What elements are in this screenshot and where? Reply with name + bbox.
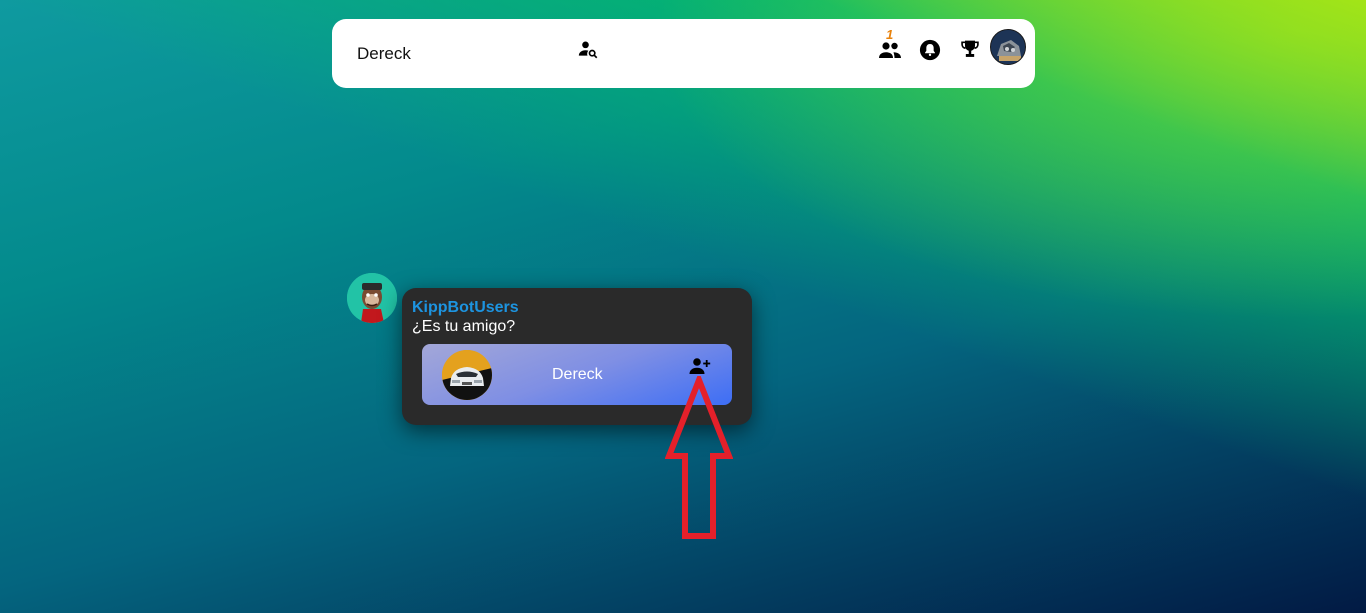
annotation-arrow-icon <box>664 371 734 539</box>
sender-name[interactable]: KippBotUsers <box>412 299 519 317</box>
profile-avatar[interactable] <box>990 29 1026 65</box>
message-text: ¿Es tu amigo? <box>412 318 516 335</box>
friends-icon[interactable]: 1 <box>878 27 902 61</box>
current-user-name: Dereck <box>357 44 411 63</box>
top-navigation-bar: Dereck 1 <box>332 19 1035 88</box>
friend-card-name: Dereck <box>552 366 603 383</box>
user-search-icon[interactable] <box>578 39 598 59</box>
friend-requests-badge: 1 <box>886 27 894 42</box>
sender-avatar <box>347 273 397 323</box>
trophy-icon[interactable] <box>960 39 980 59</box>
add-friend-icon[interactable] <box>689 357 711 375</box>
friend-card-avatar <box>442 350 492 400</box>
bell-icon[interactable] <box>919 39 941 61</box>
